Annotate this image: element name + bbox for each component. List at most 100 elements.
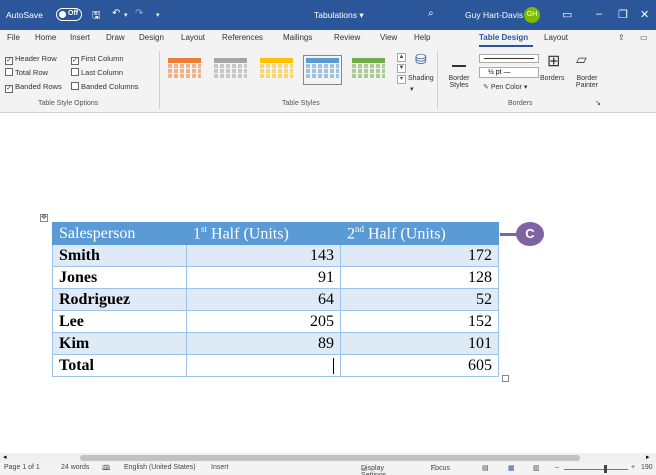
read-mode-icon[interactable]: ▤ xyxy=(482,464,489,472)
banded-rows-checkbox[interactable]: ✓ Banded Rows xyxy=(5,82,62,93)
customize-qat-icon[interactable]: ▾ xyxy=(156,11,160,19)
sales-table[interactable]: Salesperson 1st Half (Units) 2nd Half (U… xyxy=(52,222,499,377)
cell-second-half[interactable]: 128 xyxy=(340,266,499,289)
cell-name[interactable]: Lee xyxy=(52,310,187,333)
zoom-out-icon[interactable]: – xyxy=(555,464,559,471)
border-painter-label[interactable]: Border Painter xyxy=(573,75,601,89)
first-column-checkbox[interactable]: ✓ First Column xyxy=(71,54,124,65)
avatar[interactable]: GH xyxy=(524,7,540,23)
cell-second-half[interactable]: 605 xyxy=(340,354,499,377)
header-first-half[interactable]: 1st Half (Units) xyxy=(186,222,341,245)
borders-label[interactable]: Borders xyxy=(540,75,565,82)
cell-name[interactable]: Kim xyxy=(52,332,187,355)
pen-color-button[interactable]: ✎ Pen Color ▾ xyxy=(483,83,527,91)
total-row-checkbox[interactable]: Total Row xyxy=(5,68,48,77)
header-second-half[interactable]: 2nd Half (Units) xyxy=(340,222,499,245)
maximize-icon[interactable]: ❐ xyxy=(618,8,628,21)
insert-mode[interactable]: Insert xyxy=(211,464,229,471)
cell-first-half[interactable]: 64 xyxy=(186,288,341,311)
shading-icon[interactable]: ⛁ xyxy=(415,51,427,68)
cell-name[interactable]: Jones xyxy=(52,266,187,289)
zoom-level[interactable]: 190 xyxy=(641,464,653,471)
scroll-left-icon[interactable]: ◂ xyxy=(3,453,7,461)
tab-table-design[interactable]: Table Design xyxy=(479,33,528,42)
border-styles-label[interactable]: Border Styles xyxy=(448,75,470,89)
undo-dropdown-icon[interactable]: ▾ xyxy=(124,11,128,19)
cell-first-half[interactable]: 91 xyxy=(186,266,341,289)
banded-columns-checkbox[interactable]: Banded Columns xyxy=(71,82,139,91)
document-page[interactable]: ✥ Salesperson 1st Half (Units) 2nd Half … xyxy=(0,113,656,453)
proofing-icon[interactable]: 🕮 xyxy=(102,464,110,475)
web-layout-icon[interactable]: ▥ xyxy=(533,464,540,472)
search-icon[interactable]: ⌕ xyxy=(428,8,434,19)
shading-dropdown-icon[interactable]: ▾ xyxy=(410,85,414,93)
table-style-green[interactable] xyxy=(352,58,385,82)
line-weight-select[interactable]: ½ pt — xyxy=(479,67,539,78)
header-row-checkbox[interactable]: ✓ Header Row xyxy=(5,54,57,65)
borders-icon[interactable]: ⊞ xyxy=(547,51,560,71)
cell-first-half[interactable]: 205 xyxy=(186,310,341,333)
gallery-down-icon[interactable]: ▼ xyxy=(397,64,406,73)
cell-name[interactable]: Total xyxy=(52,354,187,377)
autosave-toggle[interactable]: Off xyxy=(56,8,82,21)
zoom-slider-thumb[interactable] xyxy=(604,465,607,473)
gallery-up-icon[interactable]: ▲ xyxy=(397,53,406,62)
share-icon[interactable]: ⇪ xyxy=(618,33,625,42)
tab-draw[interactable]: Draw xyxy=(106,33,125,42)
cell-first-half-total[interactable] xyxy=(186,354,341,377)
tab-review[interactable]: Review xyxy=(334,33,360,42)
text-cursor xyxy=(333,357,334,374)
language[interactable]: English (United States) xyxy=(124,464,196,471)
border-styles-icon[interactable] xyxy=(452,65,466,67)
ribbon-display-icon[interactable]: ▭ xyxy=(562,8,572,21)
cell-name[interactable]: Rodriguez xyxy=(52,288,187,311)
redo-icon[interactable]: ↷ xyxy=(135,8,143,19)
tab-home[interactable]: Home xyxy=(35,33,56,42)
tab-layout[interactable]: Layout xyxy=(181,33,205,42)
tab-mailings[interactable]: Mailings xyxy=(283,33,312,42)
table-style-blue-selected[interactable] xyxy=(303,55,342,85)
cell-second-half[interactable]: 101 xyxy=(340,332,499,355)
cell-name[interactable]: Smith xyxy=(52,244,187,267)
print-layout-icon[interactable]: ▦ xyxy=(508,464,515,472)
table-style-orange[interactable] xyxy=(168,58,201,82)
cell-second-half[interactable]: 172 xyxy=(340,244,499,267)
page-count[interactable]: Page 1 of 1 xyxy=(4,464,40,471)
user-name[interactable]: Guy Hart-Davis xyxy=(465,10,523,20)
tab-view[interactable]: View xyxy=(380,33,397,42)
table-style-gold[interactable] xyxy=(260,58,293,82)
table-style-gray[interactable] xyxy=(214,58,247,82)
scrollbar-thumb[interactable] xyxy=(80,455,580,461)
header-salesperson[interactable]: Salesperson xyxy=(52,222,187,245)
cell-first-half[interactable]: 89 xyxy=(186,332,341,355)
tab-design[interactable]: Design xyxy=(139,33,164,42)
border-painter-icon[interactable]: ▱ xyxy=(576,51,587,68)
scroll-right-icon[interactable]: ▸ xyxy=(646,453,650,461)
tab-references[interactable]: References xyxy=(222,33,263,42)
minimize-icon[interactable]: – xyxy=(596,8,602,20)
line-style-select[interactable] xyxy=(479,54,539,63)
tab-table-layout[interactable]: Layout xyxy=(544,33,568,42)
comments-icon[interactable]: ▭ xyxy=(640,33,648,42)
style-row xyxy=(168,74,201,78)
save-icon[interactable]: 🖫 xyxy=(92,8,101,25)
zoom-in-icon[interactable]: + xyxy=(631,464,635,471)
tab-help[interactable]: Help xyxy=(414,33,430,42)
document-title[interactable]: Tabulations ▾ xyxy=(314,10,364,21)
word-count[interactable]: 24 words xyxy=(61,464,89,471)
last-column-checkbox[interactable]: Last Column xyxy=(71,68,123,77)
close-icon[interactable]: ✕ xyxy=(640,8,649,21)
cell-first-half[interactable]: 143 xyxy=(186,244,341,267)
horizontal-scrollbar[interactable]: ◂ ▸ xyxy=(0,453,656,463)
dialog-launcher-icon[interactable]: ↘ xyxy=(595,99,601,107)
tab-insert[interactable]: Insert xyxy=(70,33,90,42)
zoom-slider[interactable] xyxy=(564,469,628,470)
table-resize-handle[interactable] xyxy=(502,375,509,382)
cell-second-half[interactable]: 52 xyxy=(340,288,499,311)
undo-icon[interactable]: ↶ xyxy=(112,8,120,19)
gallery-more-icon[interactable]: ▾ xyxy=(397,75,406,84)
cell-second-half[interactable]: 152 xyxy=(340,310,499,333)
table-move-handle[interactable]: ✥ xyxy=(40,214,48,222)
tab-file[interactable]: File xyxy=(7,33,20,42)
shading-label[interactable]: Shading xyxy=(408,75,434,82)
